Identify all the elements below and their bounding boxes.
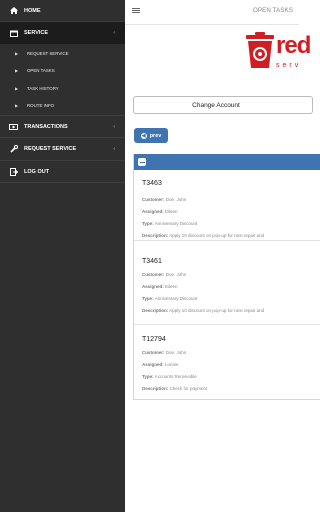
task-id: T3461 — [142, 258, 162, 265]
sidebar-item-request-service[interactable]: REQUEST SERVICE ‹ — [0, 138, 125, 160]
wrench-icon — [9, 145, 18, 153]
chevron-left-icon: ‹ — [113, 123, 115, 130]
calendar-icon — [9, 30, 18, 37]
subitem-open-tasks[interactable]: ▶ OPEN TASKS — [0, 62, 125, 79]
sidebar-item-label: TRANSACTIONS — [24, 123, 68, 130]
task-customer: Customer: Doe, John — [142, 350, 187, 355]
brand-logo-icon — [244, 31, 276, 74]
task-assigned: Assigned: Eileen — [142, 209, 178, 214]
arrow-right-icon: ▶ — [15, 68, 19, 73]
arrow-right-icon: ▶ — [15, 51, 19, 56]
chevron-left-icon: ‹ — [113, 30, 115, 36]
prev-label: prev — [149, 132, 162, 139]
task-assigned: Assigned: Eileen — [142, 284, 178, 289]
arrow-right-icon: ▶ — [15, 103, 19, 108]
task-customer: Customer: Doe, John — [142, 197, 187, 202]
subitem-label: REQUEST SERVICE — [27, 51, 69, 56]
sidebar-item-label: LOG OUT — [24, 168, 50, 175]
divider — [134, 324, 320, 325]
sidebar-item-label: HOME — [24, 7, 41, 14]
money-icon — [9, 123, 18, 130]
tasks-panel: T3463 Customer: Doe, John Assigned: Eile… — [133, 154, 320, 400]
task-id: T12794 — [142, 336, 166, 343]
collapse-icon[interactable] — [138, 158, 146, 166]
sidebar-item-service[interactable]: SERVICE ‹ — [0, 22, 125, 44]
task-id: T3463 — [142, 180, 162, 187]
sidebar-item-home[interactable]: HOME — [0, 0, 125, 21]
divider — [134, 240, 320, 241]
chevron-left-icon: ‹ — [113, 146, 115, 152]
sidebar-item-transactions[interactable]: TRANSACTIONS ‹ — [0, 116, 125, 137]
divider — [0, 182, 125, 183]
subitem-task-history[interactable]: ▶ TASK HISTORY — [0, 80, 125, 97]
task-type: Type: Accounts Receivable — [142, 374, 197, 379]
main-content: OPEN TASKS red serv Change Account ◀ pre… — [125, 0, 320, 512]
subitem-label: ROUTE INFO — [27, 103, 55, 108]
task-description: Description: Apply 10 discount on pop-up… — [142, 308, 265, 313]
page-title: OPEN TASKS — [253, 7, 293, 14]
task-assigned: Assigned: Lonnie — [142, 362, 179, 367]
logout-icon — [9, 167, 18, 176]
sidebar-item-label: REQUEST SERVICE — [24, 146, 77, 152]
task-description: Description: Check for payment — [142, 386, 208, 391]
subitem-route-info[interactable]: ▶ ROUTE INFO — [0, 97, 125, 114]
brand-subtext: serv — [276, 62, 302, 69]
prev-button[interactable]: ◀ prev — [134, 128, 168, 143]
subitem-label: OPEN TASKS — [27, 68, 55, 73]
sidebar: HOME SERVICE ‹ ▶ REQUEST SERVICE ▶ OPEN … — [0, 0, 125, 512]
subitem-label: TASK HISTORY — [27, 86, 59, 91]
task-item[interactable]: T3461 Customer: Doe, John Assigned: Eile… — [134, 250, 320, 326]
task-item[interactable]: T3463 Customer: Doe, John Assigned: Eile… — [134, 172, 320, 254]
brand-name: red — [276, 32, 311, 59]
sidebar-item-logout[interactable]: LOG OUT — [0, 161, 125, 182]
task-description: Description: Apply 10 discount on pop-up… — [142, 233, 265, 238]
task-item[interactable]: T12794 Customer: Doe, John Assigned: Lon… — [134, 328, 320, 398]
home-icon — [9, 7, 18, 14]
top-bar: OPEN TASKS — [125, 0, 299, 25]
sidebar-item-label: SERVICE — [24, 30, 49, 36]
panel-header — [134, 154, 320, 170]
task-type: Type: Anniversary Discount — [142, 296, 198, 301]
subitem-request-service[interactable]: ▶ REQUEST SERVICE — [0, 45, 125, 62]
task-type: Type: Anniversary Discount — [142, 221, 198, 226]
hamburger-menu-icon[interactable] — [132, 7, 140, 15]
arrow-left-icon: ◀ — [140, 132, 147, 139]
arrow-right-icon: ▶ — [15, 86, 19, 91]
change-account-button[interactable]: Change Account — [133, 96, 313, 114]
task-customer: Customer: Doe, John — [142, 272, 187, 277]
